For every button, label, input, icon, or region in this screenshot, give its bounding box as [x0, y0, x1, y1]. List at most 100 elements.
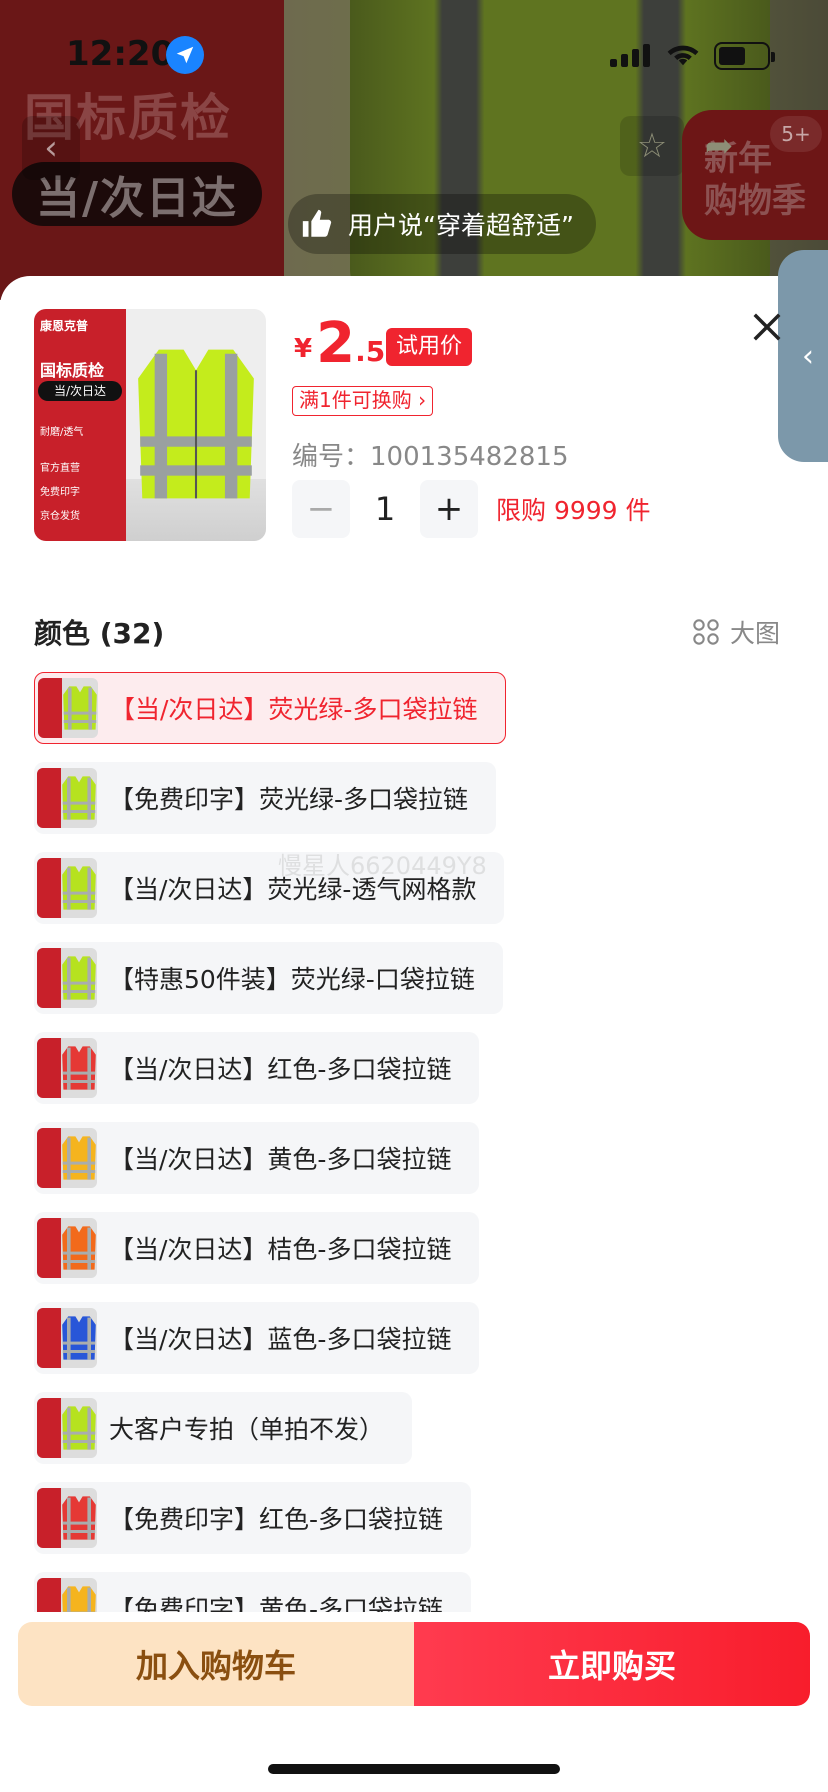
- color-option-thumbnail: [37, 1128, 97, 1188]
- product-thumbnail[interactable]: 康恩克普 国标质检 当/次日达 耐磨/透气 官方直营 免费印字 京仓发货: [34, 309, 266, 541]
- color-option[interactable]: 【当/次日达】黄色-多口袋拉链: [34, 1122, 480, 1194]
- color-option[interactable]: 【当/次日达】红色-多口袋拉链: [34, 1032, 480, 1104]
- vest-image: [62, 956, 96, 1000]
- color-option[interactable]: 【免费印字】黄色-多口袋拉链: [34, 1572, 472, 1612]
- color-option-label: 【当/次日达】荧光绿-多口袋拉链: [110, 695, 478, 724]
- thumbnail-red-panel: [37, 1218, 61, 1278]
- color-options-list[interactable]: 【当/次日达】荧光绿-多口袋拉链 【免费印字】荧光绿-多口袋拉链 【当/次日达】荧光…: [34, 672, 814, 1612]
- color-option-label: 大客户专拍（单拍不发）: [109, 1415, 385, 1444]
- back-button[interactable]: ‹: [22, 116, 80, 180]
- sku-value: 100135482815: [370, 442, 569, 472]
- vest-image: [62, 1406, 96, 1450]
- thumbnail-red-panel: [37, 858, 61, 918]
- vest-image: [62, 776, 96, 820]
- wifi-icon: [667, 45, 699, 66]
- battery-icon: [714, 42, 775, 70]
- purchase-limit: 限购 9999 件: [496, 496, 651, 525]
- color-option-label: 【免费印字】黄色-多口袋拉链: [109, 1595, 444, 1612]
- thumbnail-red-panel: [37, 1038, 61, 1098]
- buy-now-button[interactable]: 立即购买: [414, 1622, 810, 1706]
- thumbnail-red-panel: [37, 1398, 61, 1458]
- decrease-button[interactable]: −: [292, 480, 350, 538]
- color-option-thumbnail: [37, 1308, 97, 1368]
- color-option-thumbnail: [37, 1578, 97, 1612]
- sku-number: 编号：100135482815: [292, 436, 569, 473]
- vest-image: [62, 1316, 96, 1360]
- color-section-title: 颜色 (32): [34, 617, 165, 650]
- thumbs-up-icon: [302, 209, 332, 237]
- home-indicator: [268, 1764, 560, 1774]
- chevron-left-icon: ‹: [802, 338, 814, 374]
- location-arrow-icon: [166, 36, 204, 74]
- color-option-thumbnail: [37, 1038, 97, 1098]
- grid-icon: [693, 619, 719, 645]
- color-option-thumbnail: [37, 1218, 97, 1278]
- quantity-stepper: − 1 + 限购 9999 件: [292, 480, 651, 538]
- color-option[interactable]: 【免费印字】红色-多口袋拉链: [34, 1482, 472, 1554]
- color-option[interactable]: 【当/次日达】桔色-多口袋拉链: [34, 1212, 480, 1284]
- vest-image: [138, 349, 254, 499]
- color-option-label: 【免费印字】荧光绿-多口袋拉链: [109, 785, 469, 814]
- big-image-label: 大图: [730, 619, 781, 648]
- thumbnail-feature: 官方直营: [40, 463, 80, 474]
- color-option-thumbnail: [37, 948, 97, 1008]
- color-option-thumbnail: [37, 1398, 97, 1458]
- color-option-label: 【免费印字】红色-多口袋拉链: [109, 1505, 444, 1534]
- quantity-value[interactable]: 1: [350, 490, 420, 528]
- vest-image: [62, 1586, 96, 1612]
- thumbnail-red-panel: [37, 1488, 61, 1548]
- vest-image: [62, 1046, 96, 1090]
- thumbnail-red-panel: [38, 678, 62, 738]
- promo-line-2: 购物季: [704, 181, 806, 221]
- thumbnail-brand: 康恩克普: [40, 319, 89, 333]
- message-count-badge: 5+: [770, 116, 822, 152]
- color-option-label: 【当/次日达】蓝色-多口袋拉链: [109, 1325, 452, 1354]
- color-option-thumbnail: [37, 1488, 97, 1548]
- chevron-right-icon: ›: [418, 388, 427, 412]
- minus-icon: −: [306, 489, 336, 529]
- color-option-thumbnail: [37, 768, 97, 828]
- review-pill: 用户说“穿着超舒适”: [288, 194, 596, 254]
- increase-button[interactable]: +: [420, 480, 478, 538]
- status-time: 12:20: [66, 34, 175, 74]
- plus-icon: +: [434, 489, 464, 529]
- price-integer: 2: [316, 311, 356, 376]
- color-option-thumbnail: [38, 678, 98, 738]
- color-option[interactable]: 【免费印字】荧光绿-多口袋拉链: [34, 762, 497, 834]
- big-image-toggle[interactable]: 大图: [692, 614, 780, 650]
- vest-image: [62, 1496, 96, 1540]
- star-icon: ☆: [636, 126, 668, 166]
- thumbnail-title: 国标质检: [40, 361, 105, 380]
- color-option[interactable]: 【当/次日达】蓝色-多口袋拉链: [34, 1302, 480, 1374]
- favorite-button[interactable]: ☆: [620, 116, 684, 176]
- thumbnail-red-panel: [37, 948, 61, 1008]
- review-text: 用户说“穿着超舒适”: [348, 211, 574, 240]
- status-bar: 12:20: [0, 0, 828, 100]
- bottom-action-bar: 加入购物车 立即购买: [0, 1612, 828, 1792]
- thumbnail-red-panel: [37, 1308, 61, 1368]
- watermark: 慢星人6620449Y8: [278, 852, 487, 880]
- cellular-signal-icon: [610, 44, 650, 67]
- price-decimal: .5: [355, 335, 386, 368]
- thumbnail-tag: 耐磨/透气: [40, 427, 84, 438]
- share-button[interactable]: ➦: [690, 116, 748, 176]
- color-option-thumbnail: [37, 858, 97, 918]
- add-to-cart-button[interactable]: 加入购物车: [18, 1622, 414, 1706]
- color-option-label: 【当/次日达】桔色-多口袋拉链: [109, 1235, 452, 1264]
- close-icon[interactable]: [746, 306, 788, 348]
- color-option[interactable]: 【特惠50件装】荧光绿-口袋拉链: [34, 942, 503, 1014]
- color-option[interactable]: 【当/次日达】荧光绿-多口袋拉链: [34, 672, 507, 744]
- thumbnail-red-panel: 康恩克普 国标质检 当/次日达 耐磨/透气 官方直营 免费印字 京仓发货: [34, 309, 126, 541]
- side-drawer-tab[interactable]: ‹: [778, 250, 828, 462]
- vest-image: [62, 1136, 96, 1180]
- price: ¥ 2 .5: [294, 316, 385, 372]
- color-option[interactable]: 大客户专拍（单拍不发）: [34, 1392, 413, 1464]
- trial-price-badge: 试用价: [386, 328, 473, 366]
- color-option-label: 【当/次日达】黄色-多口袋拉链: [109, 1145, 452, 1174]
- thumbnail-pill: 当/次日达: [38, 381, 122, 401]
- swap-purchase-link[interactable]: 满1件可换购 ›: [292, 386, 434, 416]
- color-option-label: 【当/次日达】红色-多口袋拉链: [109, 1055, 452, 1084]
- share-icon: ➦: [704, 126, 734, 166]
- vest-image: [62, 1226, 96, 1270]
- price-currency: ¥: [294, 334, 313, 364]
